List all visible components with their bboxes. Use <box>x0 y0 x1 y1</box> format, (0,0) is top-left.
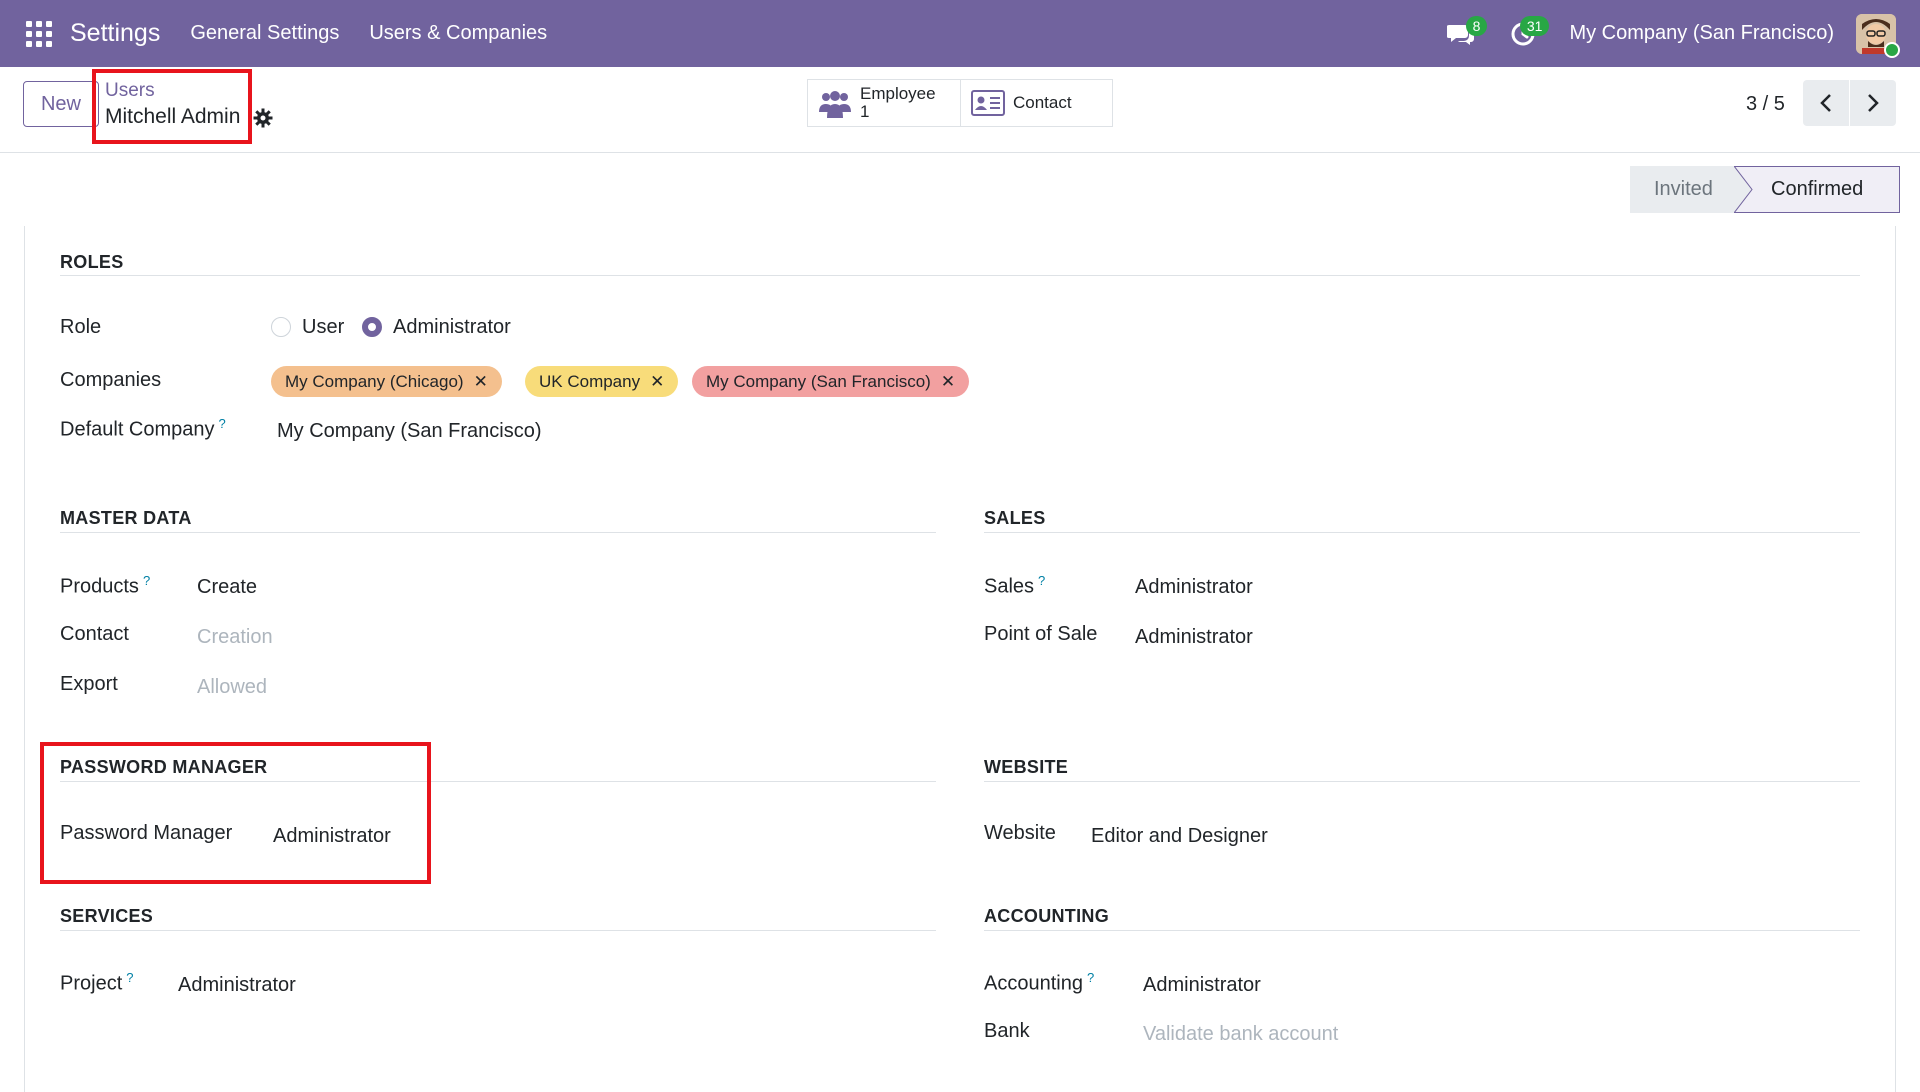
role-user-radio[interactable] <box>271 317 291 337</box>
employee-label: Employee <box>860 84 936 103</box>
role-administrator-option[interactable]: Administrator <box>393 316 511 339</box>
users-group-icon <box>819 91 851 118</box>
menu-users-companies[interactable]: Users & Companies <box>369 22 547 45</box>
new-button[interactable]: New <box>23 81 99 127</box>
gear-icon[interactable] <box>253 108 273 128</box>
chevron-right-icon <box>1868 94 1879 112</box>
apps-menu-icon[interactable] <box>26 20 52 47</box>
section-title-roles: ROLES <box>60 252 124 272</box>
company-tag-label: My Company (Chicago) <box>285 371 464 391</box>
section-title-services: SERVICES <box>60 906 154 926</box>
default-company-field[interactable]: My Company (San Francisco) <box>277 420 542 443</box>
company-tag-uk[interactable]: UK Company ✕ <box>525 366 679 397</box>
form-sheet <box>24 226 1896 1092</box>
messages-badge: 8 <box>1465 15 1488 36</box>
contact-card-icon <box>971 90 1005 116</box>
products-label: Products? <box>60 573 151 598</box>
status-bar: Invited Confirmed <box>1630 166 1900 213</box>
messages-button[interactable]: 8 <box>1439 14 1488 54</box>
point-of-sale-label: Point of Sale <box>984 623 1098 645</box>
online-status-dot <box>1884 41 1900 58</box>
pager-value[interactable]: 3 / 5 <box>1746 93 1785 116</box>
contact-label: Contact <box>1013 93 1072 112</box>
breadcrumb-current-record: Mitchell Admin <box>105 105 241 128</box>
role-user-option[interactable]: User <box>302 316 344 339</box>
project-field[interactable]: Administrator <box>178 974 296 997</box>
bank-field[interactable]: Validate bank account <box>1143 1023 1338 1046</box>
company-tag-san-francisco[interactable]: My Company (San Francisco) ✕ <box>692 366 970 397</box>
accounting-label: Accounting? <box>984 970 1095 995</box>
website-field[interactable]: Editor and Designer <box>1091 825 1268 848</box>
export-field[interactable]: Allowed <box>197 676 267 699</box>
contact-field-label: Contact <box>60 623 129 645</box>
contact-smart-button[interactable]: Contact <box>960 80 1112 126</box>
help-icon[interactable]: ? <box>143 573 150 588</box>
company-tag-label: My Company (San Francisco) <box>706 371 931 391</box>
status-invited[interactable]: Invited <box>1630 166 1734 213</box>
section-title-master-data: MASTER DATA <box>60 508 192 528</box>
user-avatar[interactable] <box>1856 13 1900 58</box>
section-title-accounting: ACCOUNTING <box>984 906 1109 926</box>
help-icon[interactable]: ? <box>126 970 133 985</box>
section-rule-master-data <box>60 532 936 533</box>
contact-field[interactable]: Creation <box>197 626 273 649</box>
export-label: Export <box>60 673 118 695</box>
menu-general-settings[interactable]: General Settings <box>190 22 339 45</box>
status-arrow-icon <box>1734 166 1753 213</box>
section-title-sales: SALES <box>984 508 1046 528</box>
section-rule-services <box>60 930 936 931</box>
breadcrumb-users[interactable]: Users <box>105 80 155 102</box>
default-company-label: Default Company? <box>60 416 226 441</box>
help-icon[interactable]: ? <box>1038 573 1045 588</box>
chevron-left-icon <box>1820 94 1831 112</box>
employee-count: 1 <box>860 102 870 121</box>
activities-button[interactable]: 31 <box>1501 14 1550 54</box>
role-label: Role <box>60 316 102 338</box>
employee-smart-button[interactable]: Employee 1 <box>808 80 960 126</box>
products-field[interactable]: Create <box>197 576 257 599</box>
top-navbar: Settings General Settings Users & Compan… <box>0 0 1920 67</box>
remove-tag-icon[interactable]: ✕ <box>474 372 488 392</box>
point-of-sale-field[interactable]: Administrator <box>1135 626 1253 649</box>
project-label: Project? <box>60 970 134 995</box>
role-administrator-radio[interactable] <box>362 317 382 337</box>
website-label: Website <box>984 822 1056 844</box>
smart-buttons: Employee 1 Contact <box>807 79 1113 127</box>
accounting-field[interactable]: Administrator <box>1143 974 1261 997</box>
section-title-website: WEBSITE <box>984 757 1069 777</box>
help-icon[interactable]: ? <box>1087 970 1094 985</box>
company-tag-chicago[interactable]: My Company (Chicago) ✕ <box>271 366 502 397</box>
sales-label: Sales? <box>984 573 1046 598</box>
section-rule-website <box>984 781 1860 782</box>
password-manager-highlight <box>40 742 431 884</box>
help-icon[interactable]: ? <box>219 416 226 431</box>
companies-label: Companies <box>60 369 162 391</box>
control-panel: New Users Mitchell Admin Employee 1 Cont… <box>0 67 1920 153</box>
remove-tag-icon[interactable]: ✕ <box>650 372 664 392</box>
pager-previous-button[interactable] <box>1803 80 1849 126</box>
activities-badge: 31 <box>1519 15 1550 36</box>
app-name[interactable]: Settings <box>70 19 160 48</box>
bank-label: Bank <box>984 1020 1030 1042</box>
sales-field[interactable]: Administrator <box>1135 576 1253 599</box>
pager-next-button[interactable] <box>1850 80 1896 126</box>
section-rule-roles <box>60 275 1860 276</box>
status-confirmed[interactable]: Confirmed <box>1734 166 1900 213</box>
company-tag-label: UK Company <box>539 371 641 391</box>
remove-tag-icon[interactable]: ✕ <box>941 372 955 392</box>
company-switcher[interactable]: My Company (San Francisco) <box>1569 22 1834 45</box>
section-rule-accounting <box>984 930 1860 931</box>
section-rule-sales <box>984 532 1860 533</box>
